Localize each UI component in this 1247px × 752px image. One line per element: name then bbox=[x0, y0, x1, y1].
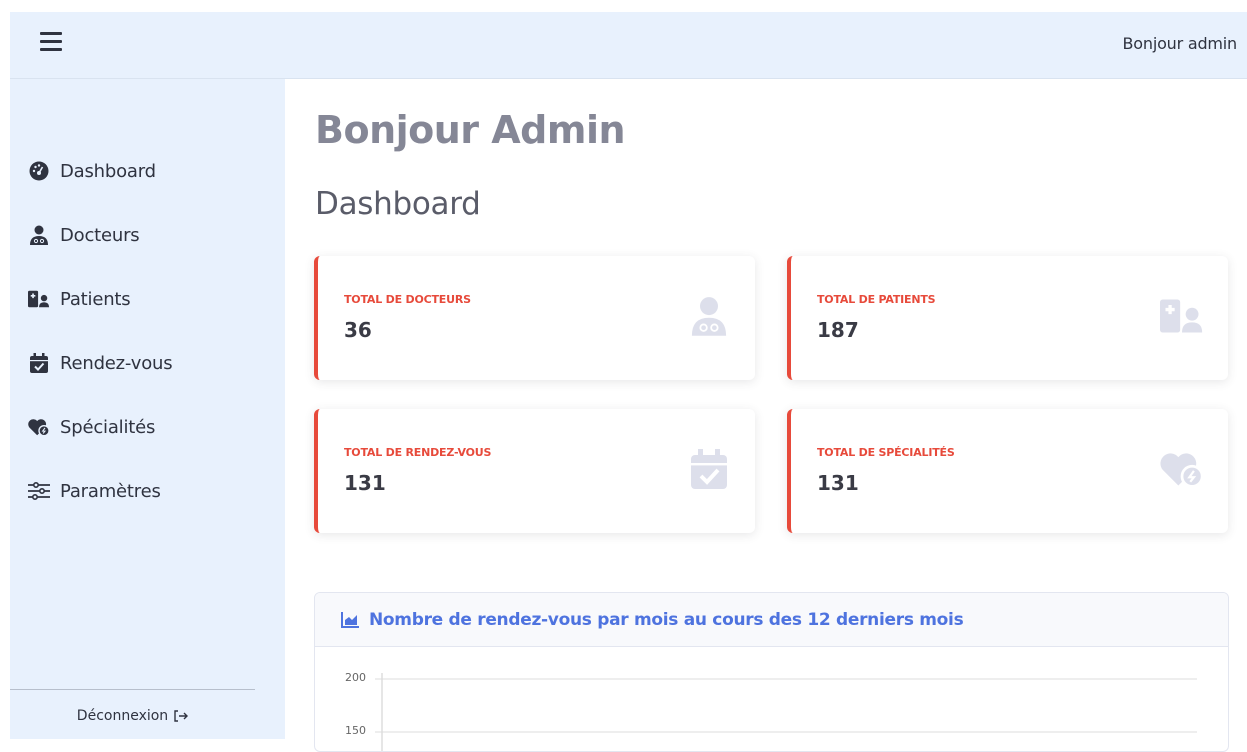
stat-card-rendez-vous: TOTAL DE RENDEZ-VOUS 131 bbox=[314, 409, 755, 533]
chart-header: Nombre de rendez-vous par mois au cours … bbox=[315, 593, 1228, 647]
stat-label: TOTAL DE PATIENTS bbox=[817, 293, 936, 306]
stat-value: 36 bbox=[344, 318, 372, 342]
doctor-icon bbox=[687, 294, 731, 338]
sidebar-divider bbox=[10, 689, 255, 690]
stat-value: 131 bbox=[344, 471, 386, 495]
heart-icon bbox=[28, 416, 50, 438]
calendar-check-icon bbox=[687, 447, 731, 491]
sidebar-item-patients[interactable]: Patients bbox=[10, 279, 285, 319]
stat-label: TOTAL DE DOCTEURS bbox=[344, 293, 471, 306]
sidebar-item-label: Rendez-vous bbox=[60, 352, 173, 374]
stat-value: 187 bbox=[817, 318, 859, 342]
page-title: Bonjour Admin bbox=[315, 108, 626, 152]
stat-label: TOTAL DE SPÉCIALITÉS bbox=[817, 446, 955, 459]
sidebar-item-label: Spécialités bbox=[60, 416, 156, 438]
sidebar-item-label: Patients bbox=[60, 288, 131, 310]
hospital-user-icon bbox=[28, 288, 50, 310]
appointments-chart-card: Nombre de rendez-vous par mois au cours … bbox=[314, 592, 1229, 752]
calendar-check-icon bbox=[28, 352, 50, 374]
stat-card-docteurs: TOTAL DE DOCTEURS 36 bbox=[314, 256, 755, 380]
sign-out-icon bbox=[174, 710, 189, 722]
sidebar-item-rendez-vous[interactable]: Rendez-vous bbox=[10, 343, 285, 383]
logout-label: Déconnexion bbox=[76, 708, 169, 724]
y-tick-label: 150 bbox=[345, 724, 366, 737]
sidebar-item-label: Docteurs bbox=[60, 224, 140, 246]
sidebar-item-parametres[interactable]: Paramètres bbox=[10, 471, 285, 511]
tachometer-icon bbox=[28, 160, 50, 182]
area-chart-icon bbox=[341, 611, 359, 628]
logout-button[interactable]: Déconnexion bbox=[10, 701, 255, 731]
sidebar-item-label: Paramètres bbox=[60, 480, 161, 502]
sidebar: Dashboard Docteurs Patients Rendez-vous … bbox=[10, 79, 285, 739]
chart-title: Nombre de rendez-vous par mois au cours … bbox=[369, 609, 964, 630]
heart-icon bbox=[1160, 447, 1204, 491]
section-title: Dashboard bbox=[315, 186, 481, 222]
sidebar-item-label: Dashboard bbox=[60, 160, 156, 182]
topbar: Bonjour admin bbox=[10, 12, 1247, 79]
sliders-icon bbox=[28, 480, 50, 502]
stat-card-patients: TOTAL DE PATIENTS 187 bbox=[787, 256, 1228, 380]
sidebar-item-docteurs[interactable]: Docteurs bbox=[10, 215, 285, 255]
stat-card-specialites: TOTAL DE SPÉCIALITÉS 131 bbox=[787, 409, 1228, 533]
y-tick-label: 200 bbox=[345, 671, 366, 684]
hospital-user-icon bbox=[1160, 294, 1204, 338]
stat-value: 131 bbox=[817, 471, 859, 495]
stat-label: TOTAL DE RENDEZ-VOUS bbox=[344, 446, 492, 459]
menu-toggle-icon[interactable] bbox=[40, 32, 62, 52]
chart-plot-area: 200 150 bbox=[315, 647, 1228, 751]
sidebar-item-dashboard[interactable]: Dashboard bbox=[10, 151, 285, 191]
sidebar-item-specialites[interactable]: Spécialités bbox=[10, 407, 285, 447]
doctor-icon bbox=[28, 224, 50, 246]
user-greeting: Bonjour admin bbox=[1122, 34, 1238, 53]
